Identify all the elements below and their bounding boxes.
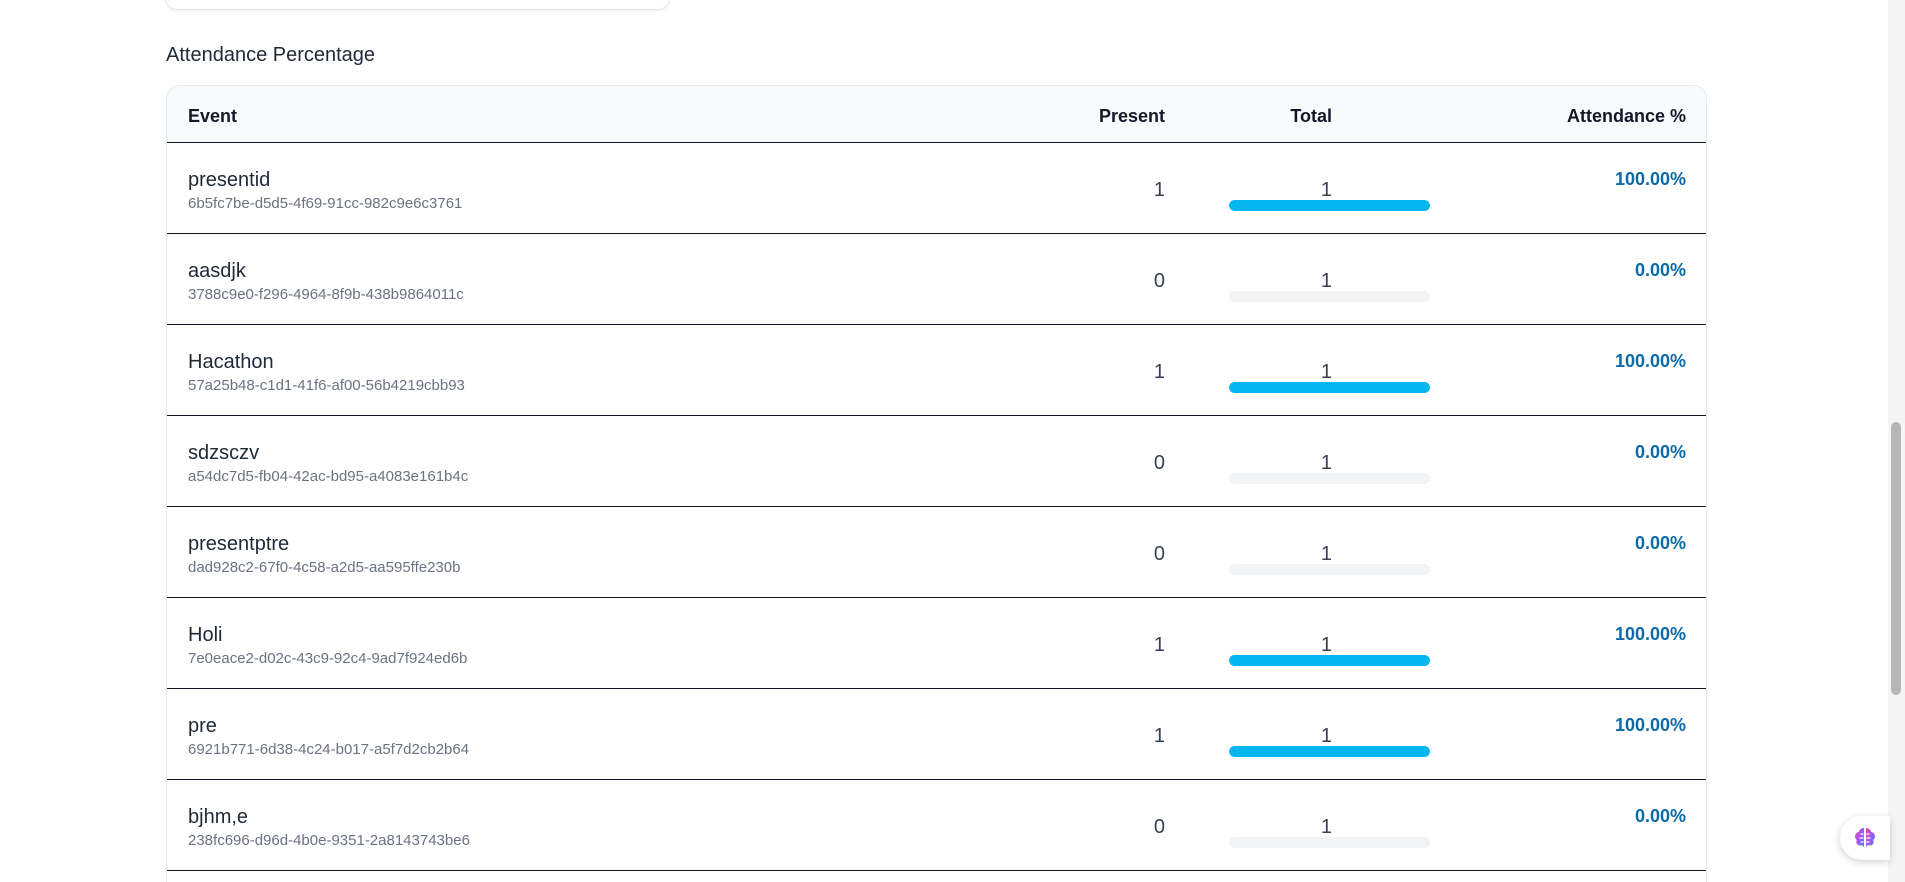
present-count: 0 — [1153, 270, 1165, 292]
total-count: 1 — [1320, 816, 1332, 838]
event-id: dad928c2-67f0-4c58-a2d5-aa595ffe230b — [188, 559, 461, 576]
total-count: 1 — [1320, 543, 1332, 565]
attendance-bar-track — [1229, 746, 1430, 757]
attendance-percent: 100.00% — [1614, 624, 1686, 644]
attendance-percent: 0.00% — [1634, 442, 1686, 462]
attendance-bar-fill — [1229, 746, 1430, 757]
event-name: bjhm,e — [188, 806, 249, 828]
table-row[interactable]: sdzsczv a54dc7d5-fb04-42ac-bd95-a4083e16… — [167, 416, 1706, 507]
total-count: 1 — [1320, 179, 1332, 201]
present-count: 1 — [1153, 179, 1165, 201]
present-count: 1 — [1153, 634, 1165, 656]
table-row[interactable]: bjhm,e 238fc696-d96d-4b0e-9351-2a8143743… — [167, 780, 1706, 871]
table-row[interactable]: presentid 6b5fc7be-d5d5-4f69-91cc-982c9e… — [167, 143, 1706, 234]
table-row[interactable]: aasdjk 3788c9e0-f296-4964-8f9b-438b98640… — [167, 234, 1706, 325]
total-count: 1 — [1320, 452, 1332, 474]
header-total: Total — [1290, 106, 1332, 126]
header-attendance: Attendance % — [1566, 106, 1686, 126]
total-count: 1 — [1320, 361, 1332, 383]
section-title: Attendance Percentage — [166, 44, 376, 66]
present-count: 0 — [1153, 543, 1165, 565]
present-count: 0 — [1153, 816, 1165, 838]
attendance-bar-fill — [1229, 655, 1430, 666]
header-present: Present — [1098, 106, 1165, 126]
attendance-percent: 0.00% — [1634, 806, 1686, 826]
brain-icon — [1855, 828, 1875, 847]
event-name: Holi — [188, 624, 223, 646]
attendance-bar-fill — [1229, 200, 1430, 211]
header-event: Event — [188, 106, 238, 126]
attendance-percent: 100.00% — [1614, 169, 1686, 189]
total-count: 1 — [1320, 634, 1332, 656]
event-id: a54dc7d5-fb04-42ac-bd95-a4083e161b4c — [188, 468, 469, 485]
attendance-bar-track — [1229, 655, 1430, 666]
attendance-percent: 100.00% — [1614, 715, 1686, 735]
present-count: 1 — [1153, 361, 1165, 383]
event-id: 3788c9e0-f296-4964-8f9b-438b9864011c — [188, 286, 464, 303]
event-id: 6921b771-6d38-4c24-b017-a5f7d2cb2b64 — [188, 741, 470, 758]
table-row[interactable]: Hacathon 57a25b48-c1d1-41f6-af00-56b4219… — [167, 325, 1706, 416]
event-id: 238fc696-d96d-4b0e-9351-2a8143743be6 — [188, 832, 470, 849]
event-id: 7e0eace2-d02c-43c9-92c4-9ad7f924ed6b — [188, 650, 468, 667]
attendance-percent: 0.00% — [1634, 260, 1686, 280]
attendance-bar-track — [1229, 382, 1430, 393]
attendance-bar-track — [1229, 200, 1430, 211]
total-count: 1 — [1320, 725, 1332, 747]
attendance-percent: 0.00% — [1634, 533, 1686, 553]
scrollbar-thumb[interactable] — [1891, 422, 1901, 695]
attendance-percent: 100.00% — [1614, 351, 1686, 371]
table-row[interactable]: pre 6921b771-6d38-4c24-b017-a5f7d2cb2b64… — [167, 689, 1706, 780]
event-name: aasdjk — [188, 260, 246, 282]
event-name: presentptre — [188, 533, 290, 555]
attendance-table: Event Present Total Attendance % present… — [166, 85, 1707, 882]
event-name: pre — [188, 715, 217, 737]
event-name: Hacathon — [188, 351, 274, 373]
table-row[interactable]: Holi 7e0eace2-d02c-43c9-92c4-9ad7f924ed6… — [167, 598, 1706, 689]
table-body: presentid 6b5fc7be-d5d5-4f69-91cc-982c9e… — [167, 143, 1706, 871]
event-name: presentid — [188, 169, 271, 191]
attendance-bar-track — [1229, 473, 1430, 484]
present-count: 1 — [1153, 725, 1165, 747]
attendance-bar-track — [1229, 291, 1430, 302]
present-count: 0 — [1153, 452, 1165, 474]
previous-card — [165, 0, 670, 10]
attendance-bar-track — [1229, 564, 1430, 575]
event-name: sdzsczv — [188, 442, 260, 464]
attendance-bar-fill — [1229, 382, 1430, 393]
assistant-button[interactable] — [1840, 816, 1890, 860]
table-row[interactable]: presentptre dad928c2-67f0-4c58-a2d5-aa59… — [167, 507, 1706, 598]
event-id: 6b5fc7be-d5d5-4f69-91cc-982c9e6c3761 — [188, 195, 463, 212]
event-id: 57a25b48-c1d1-41f6-af00-56b4219cbb93 — [188, 377, 465, 394]
total-count: 1 — [1320, 270, 1332, 292]
attendance-bar-track — [1229, 837, 1430, 848]
table-header: Event Present Total Attendance % — [167, 86, 1706, 143]
